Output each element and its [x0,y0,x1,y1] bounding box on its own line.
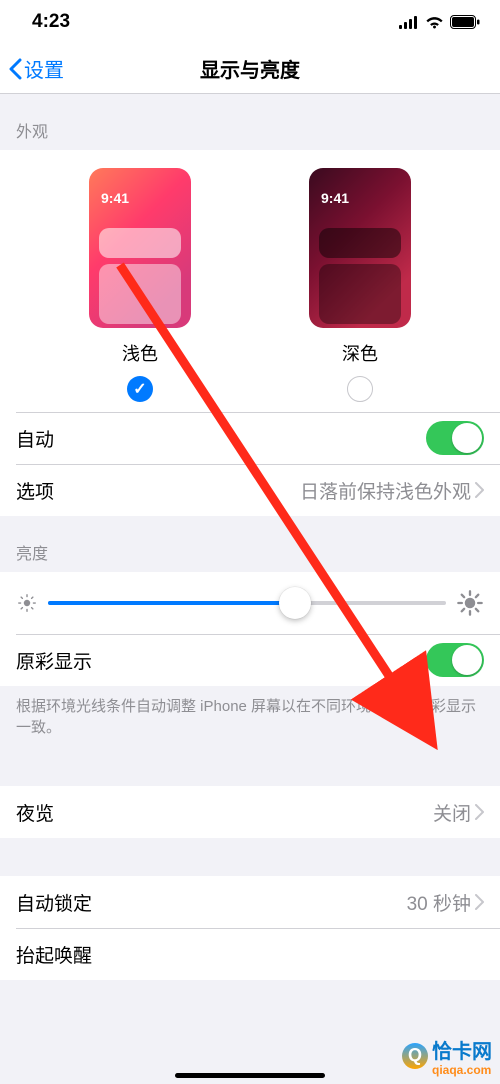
appearance-dark-label: 深色 [342,340,378,366]
appearance-light-label: 浅色 [122,340,158,366]
nav-bar: 设置 显示与亮度 [0,44,500,94]
night-shift-row[interactable]: 夜览 关闭 [0,786,500,838]
options-row[interactable]: 选项 日落前保持浅色外观 [0,464,500,516]
brightness-high-icon [456,589,484,617]
raise-to-wake-row[interactable]: 抬起唤醒 [0,928,500,980]
brightness-slider-row [0,572,500,634]
brightness-slider-knob[interactable] [279,587,311,619]
section-header-appearance: 外观 [0,94,500,150]
brightness-slider-fill [48,601,295,605]
cellular-icon [399,16,419,29]
appearance-light-preview: 9:41 [89,168,191,328]
watermark-logo-icon: Q [402,1043,428,1069]
watermark: Q 恰卡网 qiaqa.com [402,1035,492,1076]
options-value: 日落前保持浅色外观 [300,477,471,504]
status-time: 4:23 [32,11,70,33]
back-label: 设置 [24,54,64,83]
wifi-icon [425,16,444,29]
chevron-right-icon [475,804,484,820]
appearance-dark-radio[interactable] [347,376,373,402]
auto-lock-label: 自动锁定 [16,889,92,916]
true-tone-description: 根据环境光线条件自动调整 iPhone 屏幕以在不同环境下保持色彩显示一致。 [0,686,500,748]
appearance-group: 9:41 浅色 9:41 深色 自动 选项 日落前保持浅色外观 [0,150,500,516]
appearance-light-option[interactable]: 9:41 浅色 [89,168,191,402]
watermark-text: 恰卡网 [432,1041,492,1063]
auto-appearance-toggle[interactable] [426,421,484,455]
chevron-right-icon [475,482,484,498]
chevron-left-icon [8,58,22,80]
brightness-low-icon [16,592,38,614]
chevron-right-icon [475,894,484,910]
auto-lock-value: 30 秒钟 [407,889,471,916]
brightness-slider[interactable] [48,601,446,605]
status-bar: 4:23 [0,0,500,44]
back-button[interactable]: 设置 [0,54,64,83]
appearance-dark-option[interactable]: 9:41 深色 [309,168,411,402]
auto-appearance-row[interactable]: 自动 [0,412,500,464]
raise-to-wake-label: 抬起唤醒 [16,941,92,968]
night-shift-label: 夜览 [16,799,54,826]
night-shift-value: 关闭 [433,799,471,826]
auto-appearance-label: 自动 [16,425,54,452]
battery-icon [450,15,480,29]
appearance-dark-preview: 9:41 [309,168,411,328]
section-header-brightness: 亮度 [0,516,500,572]
status-indicators [399,15,480,29]
watermark-url: qiaqa.com [432,1064,492,1076]
page-title: 显示与亮度 [0,54,500,83]
auto-lock-row[interactable]: 自动锁定 30 秒钟 [0,876,500,928]
options-label: 选项 [16,477,54,504]
true-tone-toggle[interactable] [426,643,484,677]
appearance-light-radio[interactable] [127,376,153,402]
true-tone-label: 原彩显示 [16,647,92,674]
true-tone-row[interactable]: 原彩显示 [0,634,500,686]
home-indicator [175,1073,325,1078]
